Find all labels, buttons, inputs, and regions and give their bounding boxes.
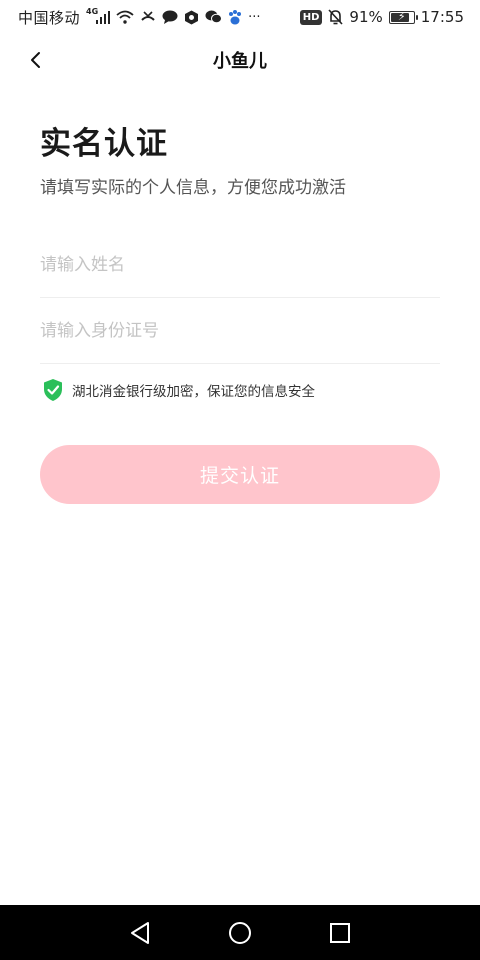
back-button[interactable] [22,46,50,74]
message-bubble-icon [162,10,178,24]
missed-call-icon [140,10,156,24]
hd-badge: HD [299,9,323,25]
shield-check-icon [44,379,62,401]
wechat-icon [205,10,223,24]
system-nav-bar [0,905,480,960]
status-time: 17:55 [420,8,464,26]
system-home-button[interactable] [218,911,262,955]
page-subtitle: 请填写实际的个人信息，方便您成功激活 [40,178,346,198]
chevron-left-icon [31,52,40,68]
battery-percent: 91% [349,8,383,26]
system-recents-button[interactable] [318,911,362,955]
app-icon [184,10,199,25]
nav-bar: 小鱼儿 [0,34,480,86]
status-bar: 中国移动 4G ··· HD 91% ⚡ 17:55 [0,0,480,34]
mute-bell-icon [328,9,344,25]
battery-bolt-icon: ⚡ [397,9,406,23]
hero-section: 实名认证 请填写实际的个人信息，方便您成功激活 [40,118,440,198]
status-right: HD 91% ⚡ 17:55 [299,8,464,26]
page-title: 实名认证 [40,126,168,162]
status-left: 中国移动 4G ··· [18,7,261,28]
wifi-icon [116,10,134,24]
nav-recents-square-icon [330,922,350,943]
nav-home-circle-icon [229,921,251,944]
name-input[interactable] [40,254,440,275]
nav-back-triangle-icon [131,921,149,944]
security-note: 湖北消金银行级加密，保证您的信息安全 [42,378,315,402]
battery-icon: ⚡ [388,9,418,24]
id-number-input[interactable] [40,320,440,341]
name-field-row [40,232,440,298]
id-field-row [40,298,440,364]
carrier-name: 中国移动 [18,8,81,27]
submit-verification-button[interactable]: 提交认证 [40,445,440,504]
security-text: 湖北消金银行级加密，保证您的信息安全 [72,384,315,400]
network-type: 4G [86,7,99,16]
baidu-paw-icon [228,9,242,25]
signal-icon: 4G [86,7,111,24]
nav-title: 小鱼儿 [213,51,267,72]
more-dots: ··· [248,9,261,25]
system-back-button[interactable] [118,911,162,955]
verification-form [40,232,440,364]
